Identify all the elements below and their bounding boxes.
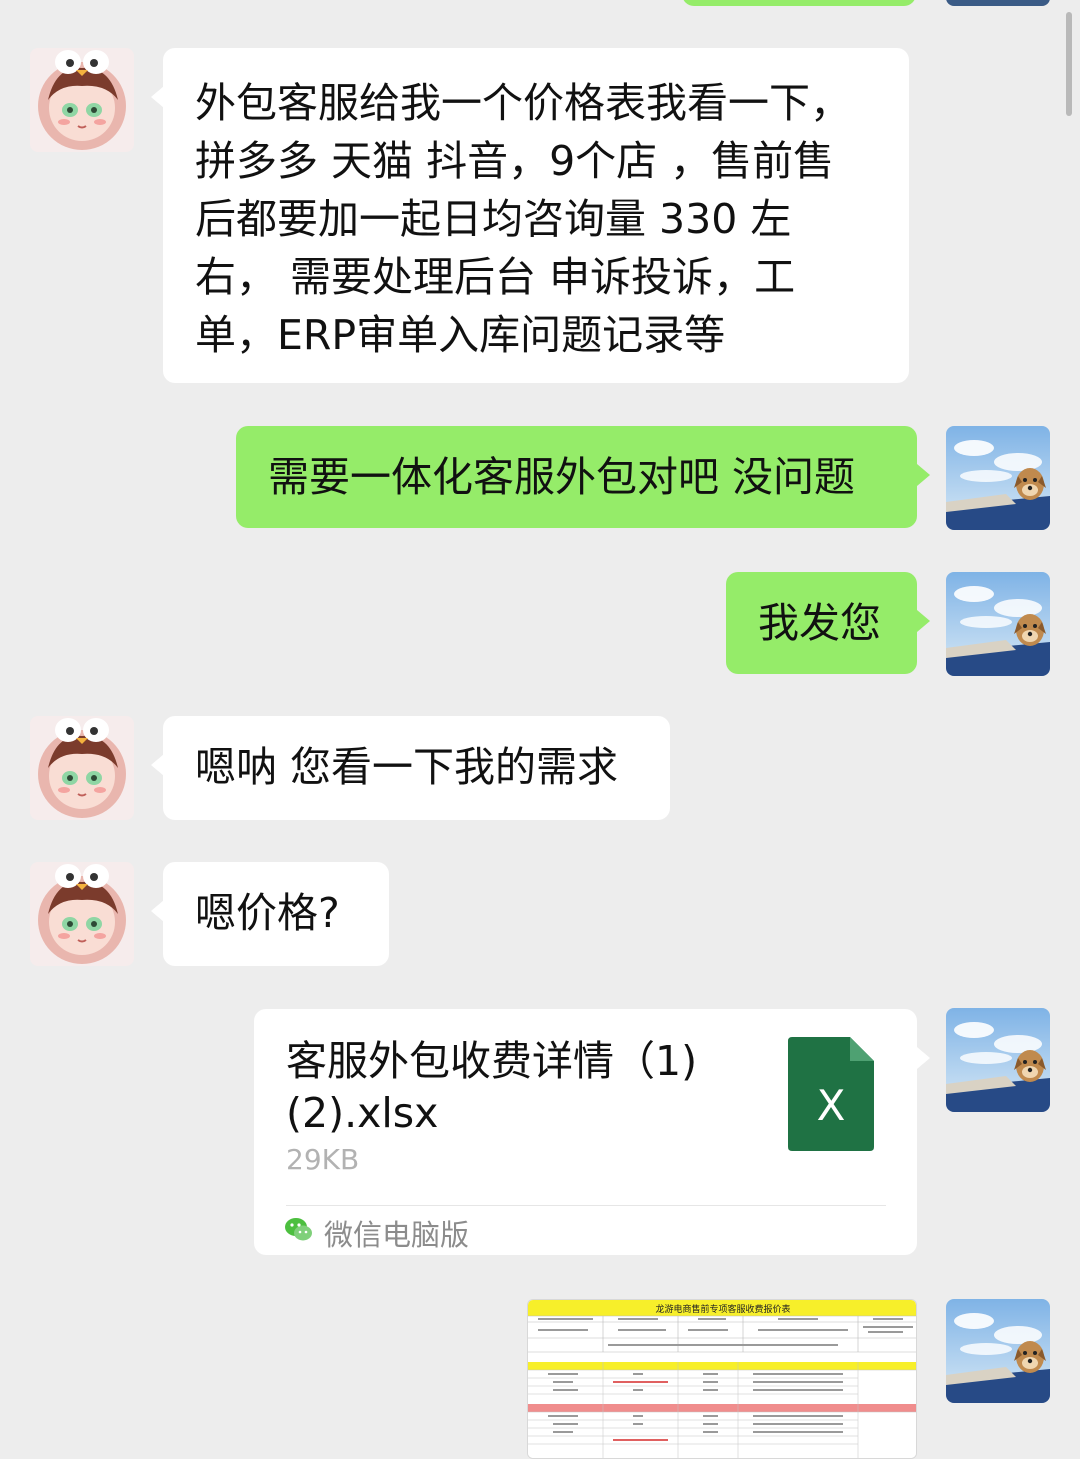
dog-sky-avatar-icon xyxy=(946,572,1050,676)
file-name-line: 客服外包收费详情（1) xyxy=(286,1037,698,1085)
wechat-icon xyxy=(284,1215,314,1245)
message-bubble-outgoing[interactable]: 我发您 xyxy=(726,572,917,674)
previous-message-bubble[interactable] xyxy=(682,0,916,6)
girl-avatar-icon xyxy=(30,716,134,820)
file-divider xyxy=(286,1205,886,1206)
message-line: 右， 需要处理后台 申诉投诉，工 xyxy=(195,253,796,301)
message-line: 外包客服给我一个价格表我看一下， xyxy=(195,79,851,127)
message-line: 后都要加一起日均咨询量 330 左 xyxy=(195,195,792,243)
message-text: 需要一体化客服外包对吧 没问题 xyxy=(268,453,856,501)
bubble-tail xyxy=(917,1047,930,1069)
girl-avatar-icon xyxy=(30,48,134,152)
spreadsheet-image: 龙游电商售前专项客服收费报价表 xyxy=(528,1300,916,1458)
bubble-tail xyxy=(917,464,930,486)
self-avatar[interactable] xyxy=(946,426,1050,530)
self-avatar[interactable] xyxy=(946,572,1050,676)
previous-avatar[interactable] xyxy=(946,0,1050,6)
message-text: 我发您 xyxy=(758,599,881,647)
self-avatar[interactable] xyxy=(946,1008,1050,1112)
message-bubble-outgoing[interactable]: 需要一体化客服外包对吧 没问题 xyxy=(236,426,917,528)
self-avatar[interactable] xyxy=(946,1299,1050,1403)
message-bubble-incoming[interactable]: 嗯价格? xyxy=(163,862,389,966)
girl-avatar-icon xyxy=(30,862,134,966)
message-bubble-incoming[interactable]: 外包客服给我一个价格表我看一下， 拼多多 天猫 抖音，9个店 ，售前售 后都要加… xyxy=(163,48,909,383)
contact-avatar[interactable] xyxy=(30,716,134,820)
file-name: 客服外包收费详情（1) (2).xlsx xyxy=(286,1035,766,1139)
file-message-card[interactable]: 客服外包收费详情（1) (2).xlsx 29KB X 微信电脑版 xyxy=(254,1009,917,1255)
bubble-tail xyxy=(917,610,930,632)
message-text: 嗯呐 您看一下我的需求 xyxy=(195,743,619,791)
scrollbar[interactable] xyxy=(1066,12,1072,116)
dog-sky-avatar-icon xyxy=(946,1299,1050,1403)
message-line: 拼多多 天猫 抖音，9个店 ，售前售 xyxy=(195,137,835,185)
message-text: 嗯价格? xyxy=(195,889,340,937)
spreadsheet-title: 龙游电商售前专项客服收费报价表 xyxy=(655,1303,790,1315)
dog-sky-avatar-icon xyxy=(946,1008,1050,1112)
image-message-spreadsheet[interactable]: 龙游电商售前专项客服收费报价表 xyxy=(527,1299,917,1459)
message-bubble-incoming[interactable]: 嗯呐 您看一下我的需求 xyxy=(163,716,670,820)
excel-letter: X xyxy=(816,1081,846,1130)
file-name-line: (2).xlsx xyxy=(286,1089,439,1137)
excel-file-icon: X xyxy=(788,1037,874,1151)
file-size: 29KB xyxy=(286,1143,360,1176)
dog-sky-avatar-icon xyxy=(946,426,1050,530)
file-source-label: 微信电脑版 xyxy=(324,1218,470,1252)
message-line: 单，ERP审单入库问题记录等 xyxy=(195,311,726,359)
contact-avatar[interactable] xyxy=(30,862,134,966)
contact-avatar[interactable] xyxy=(30,48,134,152)
